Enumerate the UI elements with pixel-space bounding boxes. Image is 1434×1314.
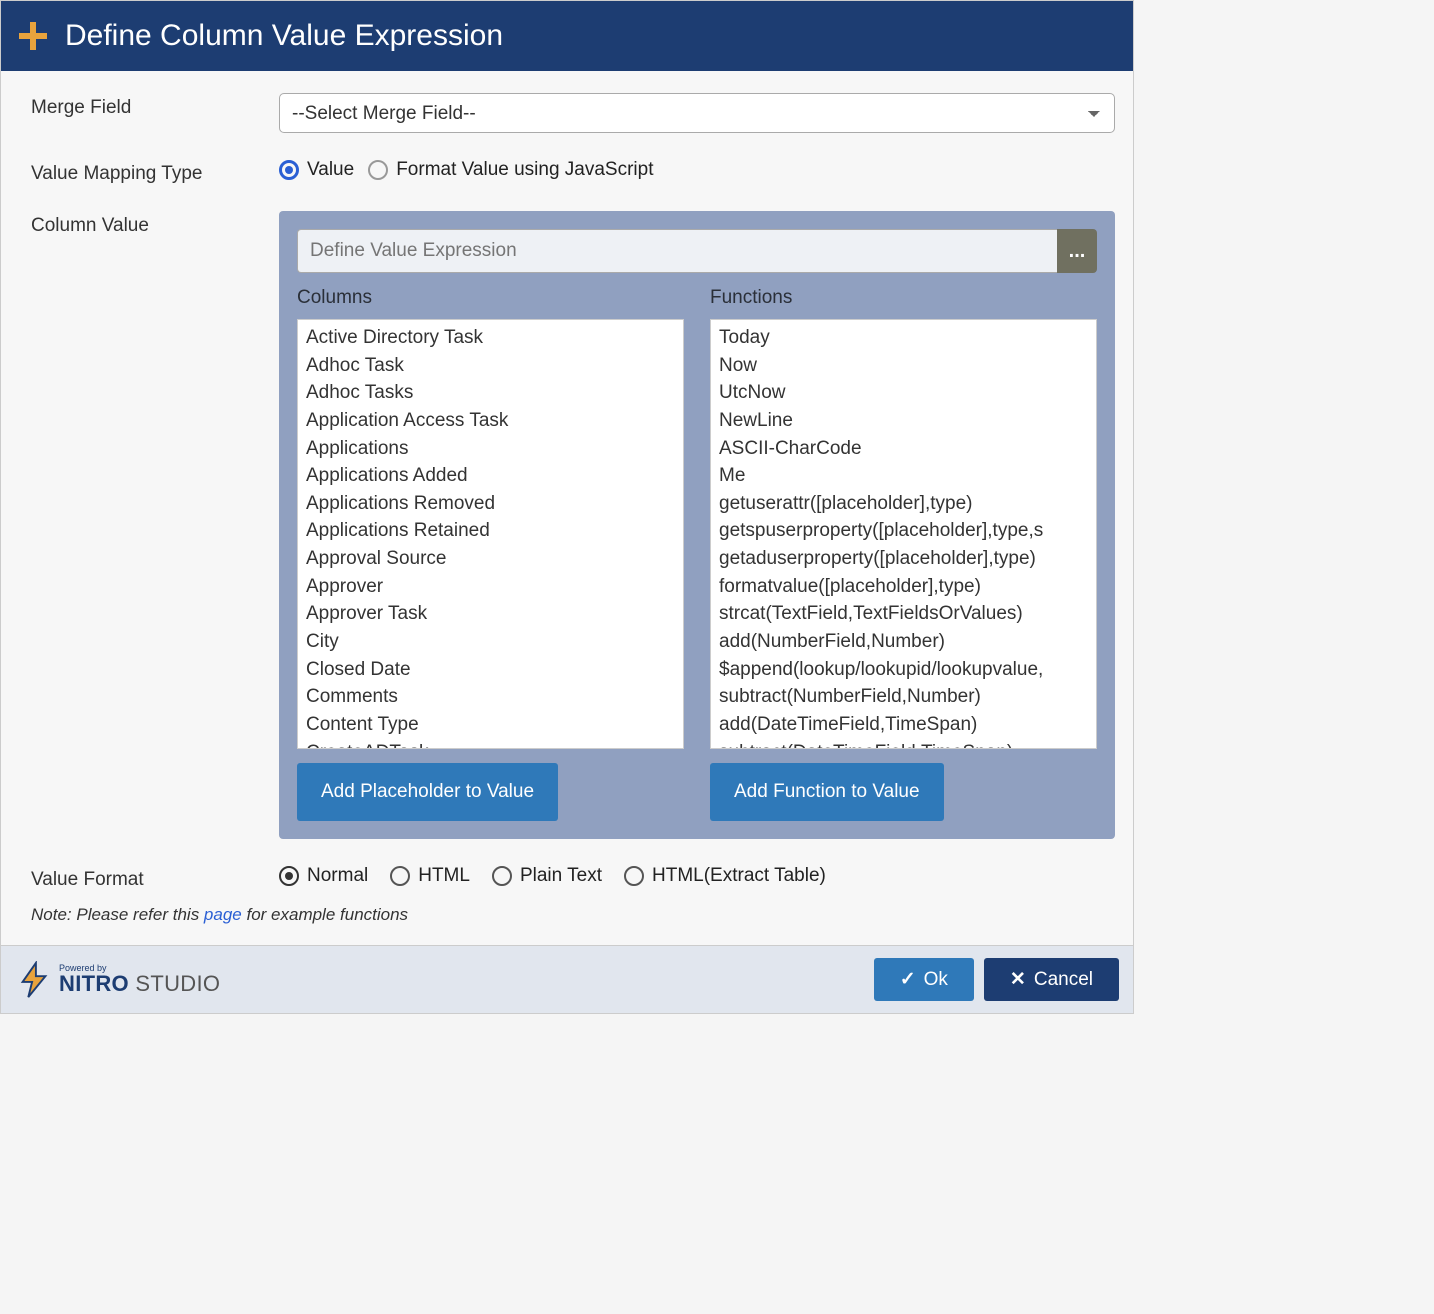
row-value-format: Value Format Normal HTML Plain Text HTML(Ex… bbox=[31, 865, 1115, 891]
row-merge-field: Merge Field --Select Merge Field-- bbox=[31, 93, 1115, 133]
radio-label: HTML bbox=[418, 865, 470, 887]
list-item[interactable]: Today bbox=[719, 324, 1088, 352]
list-item[interactable]: Approver Task bbox=[306, 600, 675, 628]
list-item[interactable]: Approval Source bbox=[306, 545, 675, 573]
label-column-value: Column Value bbox=[31, 211, 279, 237]
list-item[interactable]: getspuserproperty([placeholder],type,s bbox=[719, 517, 1088, 545]
list-item[interactable]: Me bbox=[719, 462, 1088, 490]
bolt-icon bbox=[15, 961, 53, 999]
x-icon bbox=[1010, 968, 1026, 991]
list-item[interactable]: Now bbox=[719, 352, 1088, 380]
list-item[interactable]: NewLine bbox=[719, 407, 1088, 435]
list-item[interactable]: add(NumberField,Number) bbox=[719, 628, 1088, 656]
list-item[interactable]: Adhoc Tasks bbox=[306, 379, 675, 407]
columns-title: Columns bbox=[297, 287, 684, 309]
label-value-format: Value Format bbox=[31, 865, 279, 891]
functions-title: Functions bbox=[710, 287, 1097, 309]
list-item[interactable]: Approver bbox=[306, 573, 675, 601]
radio-value-format[interactable]: Normal bbox=[279, 865, 368, 887]
list-item[interactable]: subtract(DateTimeField,TimeSpan) bbox=[719, 739, 1088, 749]
cancel-button[interactable]: Cancel bbox=[984, 958, 1119, 1001]
note-suffix: for example functions bbox=[242, 905, 408, 924]
dialog: Define Column Value Expression Merge Fie… bbox=[0, 0, 1134, 1014]
list-item[interactable]: CreateADTask bbox=[306, 739, 675, 749]
radio-value-format[interactable]: HTML bbox=[390, 865, 470, 887]
list-item[interactable]: Application Access Task bbox=[306, 407, 675, 435]
radio-icon bbox=[279, 160, 299, 180]
mapping-type-group: Value Format Value using JavaScript bbox=[279, 159, 1115, 181]
cancel-label: Cancel bbox=[1034, 969, 1093, 991]
radio-icon bbox=[368, 160, 388, 180]
functions-column: Functions TodayNowUtcNowNewLineASCII-Cha… bbox=[710, 287, 1097, 821]
expression-panel: ... Columns Active Directory TaskAdhoc T… bbox=[279, 211, 1115, 839]
radio-icon bbox=[492, 866, 512, 886]
note-link[interactable]: page bbox=[204, 905, 242, 924]
dialog-header: Define Column Value Expression bbox=[1, 1, 1133, 71]
radio-format-js[interactable]: Format Value using JavaScript bbox=[368, 159, 653, 181]
list-item[interactable]: strcat(TextField,TextFieldsOrValues) bbox=[719, 600, 1088, 628]
list-item[interactable]: Adhoc Task bbox=[306, 352, 675, 380]
list-item[interactable]: formatvalue([placeholder],type) bbox=[719, 573, 1088, 601]
merge-field-select[interactable]: --Select Merge Field-- bbox=[279, 93, 1115, 133]
note: Note: Please refer this page for example… bbox=[31, 901, 1115, 935]
expression-row: ... bbox=[297, 229, 1097, 273]
radio-value-format[interactable]: Plain Text bbox=[492, 865, 602, 887]
value-format-group: Normal HTML Plain Text HTML(Extract Table) bbox=[279, 865, 1115, 887]
columns-listbox[interactable]: Active Directory TaskAdhoc TaskAdhoc Tas… bbox=[297, 319, 684, 749]
row-mapping-type: Value Mapping Type Value Format Value us… bbox=[31, 159, 1115, 185]
footer-buttons: Ok Cancel bbox=[874, 958, 1119, 1001]
dialog-body: Merge Field --Select Merge Field-- Value… bbox=[1, 71, 1133, 945]
ok-button[interactable]: Ok bbox=[874, 958, 974, 1001]
radio-label: Normal bbox=[307, 865, 368, 887]
plus-icon bbox=[19, 22, 47, 50]
list-item[interactable]: Applications bbox=[306, 435, 675, 463]
ok-label: Ok bbox=[924, 969, 948, 991]
add-placeholder-button[interactable]: Add Placeholder to Value bbox=[297, 763, 558, 821]
check-icon bbox=[900, 968, 916, 991]
list-item[interactable]: getuserattr([placeholder],type) bbox=[719, 490, 1088, 518]
logo: Powered by NITRO STUDIO bbox=[15, 961, 220, 999]
dialog-title: Define Column Value Expression bbox=[65, 19, 503, 53]
list-item[interactable]: Applications Added bbox=[306, 462, 675, 490]
row-column-value: Column Value ... Columns Active Director… bbox=[31, 211, 1115, 839]
brand-bold: NITRO bbox=[59, 971, 129, 996]
list-item[interactable]: Active Directory Task bbox=[306, 324, 675, 352]
add-function-button[interactable]: Add Function to Value bbox=[710, 763, 944, 821]
label-merge-field: Merge Field bbox=[31, 93, 279, 119]
list-item[interactable]: subtract(NumberField,Number) bbox=[719, 683, 1088, 711]
radio-value-label: Value bbox=[307, 159, 354, 181]
list-item[interactable]: ASCII-CharCode bbox=[719, 435, 1088, 463]
radio-value-format[interactable]: HTML(Extract Table) bbox=[624, 865, 826, 887]
radio-value[interactable]: Value bbox=[279, 159, 354, 181]
radio-format-js-label: Format Value using JavaScript bbox=[396, 159, 653, 181]
brand-text: NITRO STUDIO bbox=[59, 971, 220, 996]
list-item[interactable]: add(DateTimeField,TimeSpan) bbox=[719, 711, 1088, 739]
list-item[interactable]: Content Type bbox=[306, 711, 675, 739]
list-item[interactable]: UtcNow bbox=[719, 379, 1088, 407]
list-item[interactable]: getaduserproperty([placeholder],type) bbox=[719, 545, 1088, 573]
columns-functions-row: Columns Active Directory TaskAdhoc TaskA… bbox=[297, 287, 1097, 821]
note-prefix: Note: Please refer this bbox=[31, 905, 204, 924]
brand-light: STUDIO bbox=[129, 971, 220, 996]
list-item[interactable]: Closed Date bbox=[306, 656, 675, 684]
radio-icon bbox=[390, 866, 410, 886]
functions-listbox[interactable]: TodayNowUtcNowNewLineASCII-CharCodeMeget… bbox=[710, 319, 1097, 749]
list-item[interactable]: Applications Retained bbox=[306, 517, 675, 545]
label-mapping-type: Value Mapping Type bbox=[31, 159, 279, 185]
list-item[interactable]: $append(lookup/lookupid/lookupvalue, bbox=[719, 656, 1088, 684]
list-item[interactable]: City bbox=[306, 628, 675, 656]
list-item[interactable]: Applications Removed bbox=[306, 490, 675, 518]
footer: Powered by NITRO STUDIO Ok Cancel bbox=[1, 945, 1133, 1013]
list-item[interactable]: Comments bbox=[306, 683, 675, 711]
radio-label: Plain Text bbox=[520, 865, 602, 887]
expression-input[interactable] bbox=[297, 229, 1057, 273]
columns-column: Columns Active Directory TaskAdhoc TaskA… bbox=[297, 287, 684, 821]
radio-icon bbox=[279, 866, 299, 886]
radio-icon bbox=[624, 866, 644, 886]
radio-label: HTML(Extract Table) bbox=[652, 865, 826, 887]
expression-more-button[interactable]: ... bbox=[1057, 229, 1097, 273]
